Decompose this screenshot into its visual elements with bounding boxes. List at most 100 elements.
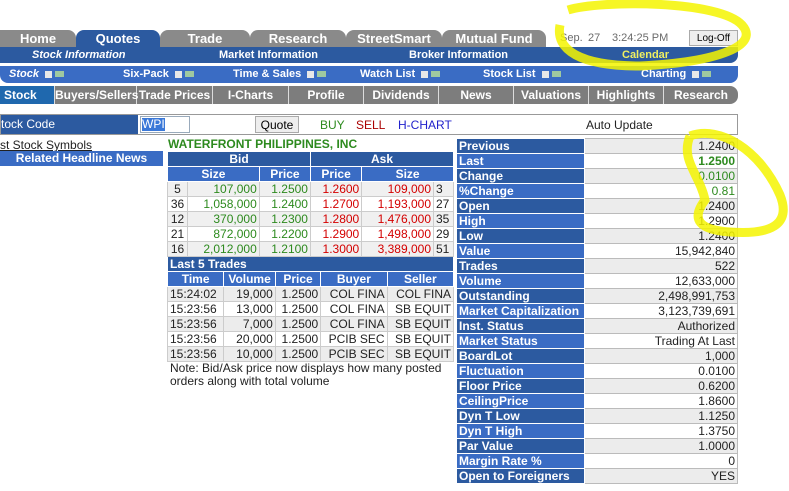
tab-quotes[interactable]: Quotes bbox=[76, 30, 160, 47]
stock-tab-dividends[interactable]: Dividends bbox=[364, 86, 439, 104]
trade-price: 1.2500 bbox=[274, 286, 322, 302]
stat-row: Outstanding 2,498,991,753 bbox=[456, 288, 738, 304]
trade-time: 15:23:56 bbox=[166, 301, 225, 317]
stat-value: 1.2400 bbox=[584, 198, 738, 214]
tool-stock[interactable]: Stock bbox=[9, 68, 64, 80]
h-chart-link[interactable]: H-CHART bbox=[398, 118, 452, 132]
window-icon[interactable] bbox=[307, 70, 315, 78]
stock-symbols-link[interactable]: st Stock Symbols bbox=[0, 138, 92, 152]
trade-volume: 19,000 bbox=[223, 286, 276, 302]
related-news-button[interactable]: Related Headline News bbox=[0, 151, 163, 166]
subnav-market-information[interactable]: Market Information bbox=[219, 49, 318, 61]
subnav-broker-information[interactable]: Broker Information bbox=[409, 49, 508, 61]
window-icon[interactable] bbox=[44, 70, 52, 78]
stock-tab-profile[interactable]: Profile bbox=[289, 86, 364, 104]
date-day: 27 bbox=[588, 32, 601, 44]
tool-six-pack[interactable]: Six-Pack bbox=[123, 68, 194, 80]
bid-orders: 5 bbox=[167, 181, 188, 197]
tab-home[interactable]: Home bbox=[0, 30, 76, 47]
ask-orders: 27 bbox=[433, 196, 454, 212]
stock-tab-trade-prices[interactable]: Trade Prices bbox=[137, 86, 213, 104]
auto-update-label[interactable]: Auto Update bbox=[586, 118, 653, 132]
stat-value: Trading At Last bbox=[584, 333, 738, 349]
popup-icon[interactable] bbox=[551, 71, 561, 78]
trade-buyer: PCIB SEC bbox=[320, 331, 388, 347]
trades-header-time: Time bbox=[166, 271, 225, 287]
trade-price: 1.2500 bbox=[274, 316, 322, 332]
stat-row: Dyn T Low 1.1250 bbox=[456, 408, 738, 424]
stat-value: 2,498,991,753 bbox=[584, 288, 738, 304]
trade-row: 15:23:56 7,000 1.2500 COL FINA SB EQUIT bbox=[166, 316, 455, 332]
order-book-row: 12 370,000 1.2300 1.2800 1,476,000 35 bbox=[167, 211, 454, 227]
trades-header-buyer: Buyer bbox=[320, 271, 388, 287]
popup-icon[interactable] bbox=[702, 71, 712, 78]
stat-label: %Change bbox=[456, 183, 585, 199]
stat-label: Market Status bbox=[456, 333, 585, 349]
ask-price: 1.2600 bbox=[309, 181, 363, 197]
stock-tab-highlights[interactable]: Highlights bbox=[589, 86, 664, 104]
ask-size: 1,193,000 bbox=[361, 196, 434, 212]
bid-orders: 16 bbox=[167, 241, 188, 257]
stat-value: 1.2900 bbox=[584, 213, 738, 229]
bid-orders: 36 bbox=[167, 196, 188, 212]
tab-research[interactable]: Research bbox=[250, 30, 346, 47]
stat-value: 0.0100 bbox=[584, 168, 738, 184]
stock-tab-news[interactable]: News bbox=[439, 86, 514, 104]
buy-link[interactable]: BUY bbox=[320, 118, 345, 132]
bid-size: 107,000 bbox=[187, 181, 260, 197]
bid-orders: 12 bbox=[167, 211, 188, 227]
popup-icon[interactable] bbox=[431, 71, 441, 78]
order-book-row: 16 2,012,000 1.2100 1.3000 3,389,000 51 bbox=[167, 241, 454, 257]
trade-row: 15:23:56 13,000 1.2500 COL FINA SB EQUIT bbox=[166, 301, 455, 317]
stat-value: 12,633,000 bbox=[584, 273, 738, 289]
stat-row: Dyn T High 1.3750 bbox=[456, 423, 738, 439]
order-book-row: 5 107,000 1.2500 1.2600 109,000 3 bbox=[167, 181, 454, 197]
window-icon[interactable] bbox=[174, 70, 182, 78]
stat-value: YES bbox=[584, 468, 738, 484]
logoff-button[interactable]: Log-Off bbox=[689, 30, 738, 46]
stock-tab-stock[interactable]: Stock bbox=[0, 86, 55, 104]
tab-streetsmart[interactable]: StreetSmart bbox=[346, 30, 442, 47]
stat-label: Change bbox=[456, 168, 585, 184]
trade-seller: COL FINA bbox=[386, 286, 455, 302]
stat-label: Dyn T Low bbox=[456, 408, 585, 424]
popup-icon[interactable] bbox=[184, 71, 194, 78]
stat-row: BoardLot 1,000 bbox=[456, 348, 738, 364]
popup-icon[interactable] bbox=[317, 71, 327, 78]
stat-label: Low bbox=[456, 228, 585, 244]
subnav-calendar[interactable]: Calendar bbox=[622, 49, 669, 61]
tool-watch-list[interactable]: Watch List bbox=[360, 68, 441, 80]
trade-buyer: COL FINA bbox=[320, 286, 388, 302]
trade-seller: SB EQUIT bbox=[386, 331, 455, 347]
quote-button[interactable]: Quote bbox=[255, 116, 299, 133]
subnav-stock-information[interactable]: Stock Information bbox=[32, 49, 126, 61]
window-icon[interactable] bbox=[692, 70, 700, 78]
tool-charting[interactable]: Charting bbox=[641, 68, 712, 80]
tool-time-sales[interactable]: Time & Sales bbox=[233, 68, 327, 80]
tab-trade[interactable]: Trade bbox=[160, 30, 250, 47]
stock-tab-buyers-sellers[interactable]: Buyers/Sellers bbox=[55, 86, 138, 104]
stock-tab-research[interactable]: Research bbox=[664, 86, 738, 104]
popup-icon[interactable] bbox=[54, 71, 64, 78]
tab-mutual-fund[interactable]: Mutual Fund bbox=[442, 30, 546, 47]
stat-row: Trades 522 bbox=[456, 258, 738, 274]
stat-value: 1.3750 bbox=[584, 423, 738, 439]
trade-time: 15:23:56 bbox=[166, 316, 225, 332]
window-icon[interactable] bbox=[541, 70, 549, 78]
stock-tab-valuations[interactable]: Valuations bbox=[514, 86, 589, 104]
window-icon[interactable] bbox=[421, 70, 429, 78]
stat-row: Open to Foreigners YES bbox=[456, 468, 738, 484]
stat-label: Last bbox=[456, 153, 585, 169]
tool-label: Time & Sales bbox=[233, 68, 302, 80]
stat-label: Inst. Status bbox=[456, 318, 585, 334]
sell-link[interactable]: SELL bbox=[356, 118, 385, 132]
stat-value: 1.0000 bbox=[584, 438, 738, 454]
stat-label: Market Capitalization bbox=[456, 303, 585, 319]
ask-price-header: Price bbox=[309, 166, 363, 182]
stock-tab-i-charts[interactable]: I-Charts bbox=[213, 86, 289, 104]
ask-price: 1.2900 bbox=[309, 226, 363, 242]
trade-time: 15:23:56 bbox=[166, 346, 225, 362]
tool-stock-list[interactable]: Stock List bbox=[483, 68, 561, 80]
stat-value: 1.2500 bbox=[584, 153, 738, 169]
stat-row: CeilingPrice 1.8600 bbox=[456, 393, 738, 409]
